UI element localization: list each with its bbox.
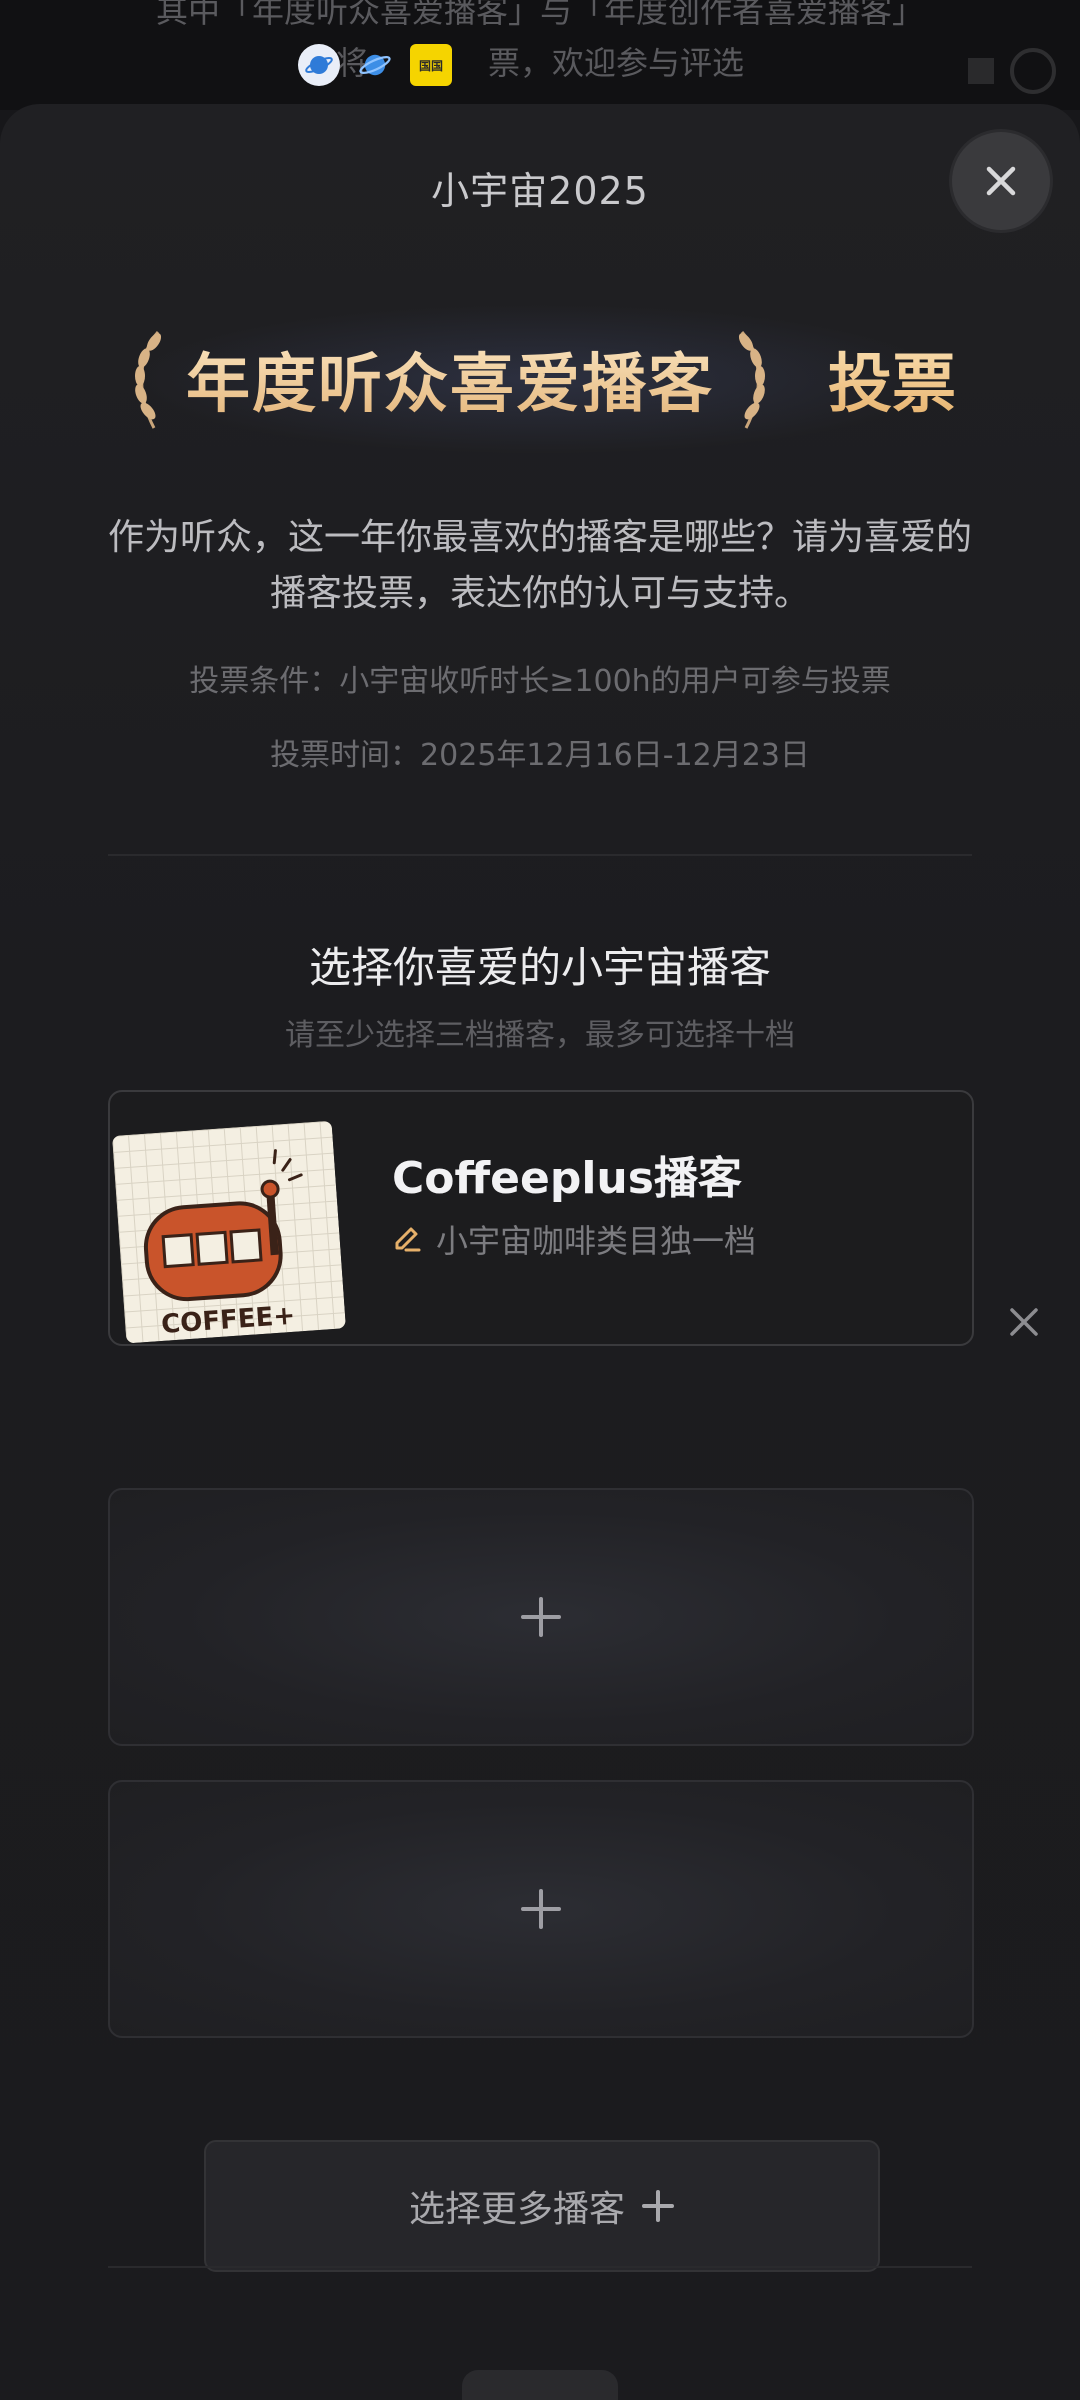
pencil-icon	[395, 1227, 421, 1252]
remove-podcast-button[interactable]	[1002, 1300, 1046, 1344]
close-button[interactable]	[952, 132, 1050, 230]
status-indicators	[968, 48, 1056, 94]
close-icon	[1010, 1308, 1038, 1336]
plus-icon	[521, 1597, 561, 1637]
divider	[108, 2266, 972, 2268]
vote-condition: 投票条件：小宇宙收听时长≥100h的用户可参与投票	[189, 664, 891, 699]
podcast-name: Coffeeplus播客	[392, 1153, 742, 1204]
laurel-right-icon	[738, 330, 765, 429]
award-suffix: 投票	[828, 333, 956, 425]
cover-text: COFFEE+	[160, 1301, 296, 1340]
background-text-line2: 将票，欢迎参与评选	[0, 38, 1080, 84]
selected-podcast-card[interactable]: COFFEE+ Coffeeplus播客 小宇宙咖啡类目独一档	[108, 1090, 974, 1346]
background-page: 其中「年度听众喜爱播客」与「年度创作者喜爱播客」 将票，欢迎参与评选 国国	[0, 0, 1080, 110]
award-description: 作为听众，这一年你最喜欢的播客是哪些？请为喜爱的播客投票，表达你的认可与支持。	[107, 517, 972, 614]
plus-icon	[642, 2190, 674, 2222]
section-title: 选择你喜爱的小宇宙播客	[308, 943, 771, 992]
podcast-cover: COFFEE+	[112, 1120, 346, 1344]
add-podcast-slot[interactable]	[108, 1780, 974, 2038]
vote-time: 投票时间：2025年12月16日-12月23日	[270, 738, 810, 773]
plus-icon	[521, 1889, 561, 1929]
podcast-description: 小宇宙咖啡类目独一档	[436, 1222, 757, 1260]
signal-icon	[968, 58, 994, 84]
vote-sheet: 小宇宙2025 年度听众喜爱播客 投票 作为听众，这一年你最喜欢的播客是哪些？请…	[0, 104, 1080, 2400]
laurel-left-icon	[135, 330, 162, 429]
planet-app-icon-2	[354, 44, 396, 86]
divider	[108, 854, 972, 856]
app-badge-icon: 国国	[410, 44, 452, 86]
page-root: 其中「年度听众喜爱播客」与「年度创作者喜爱播客」 将票，欢迎参与评选 国国 小宇…	[0, 0, 1080, 2400]
select-more-label: 选择更多播客	[408, 2189, 625, 2230]
section-subtitle: 请至少选择三档播客，最多可选择十档	[285, 1018, 795, 1053]
scroll-handle[interactable]	[462, 2370, 618, 2400]
select-more-button[interactable]: 选择更多播客	[204, 2140, 880, 2272]
coffee-machine-icon: COFFEE+	[143, 1149, 303, 1340]
background-text-right: 票，欢迎参与评选	[488, 44, 745, 82]
podcast-description-row: 小宇宙咖啡类目独一档	[392, 1216, 756, 1262]
background-text-line1: 其中「年度听众喜爱播客」与「年度创作者喜爱播客」	[155, 0, 924, 30]
sheet-title: 小宇宙2025	[431, 169, 649, 213]
award-heading: 年度听众喜爱播客 投票	[0, 294, 1080, 464]
battery-icon	[1010, 48, 1056, 94]
award-name: 年度听众喜爱播客	[186, 333, 714, 425]
planet-app-icon	[298, 44, 340, 86]
add-podcast-slot[interactable]	[108, 1488, 974, 1746]
close-icon	[986, 166, 1016, 196]
notification-icons: 国国	[298, 44, 452, 86]
